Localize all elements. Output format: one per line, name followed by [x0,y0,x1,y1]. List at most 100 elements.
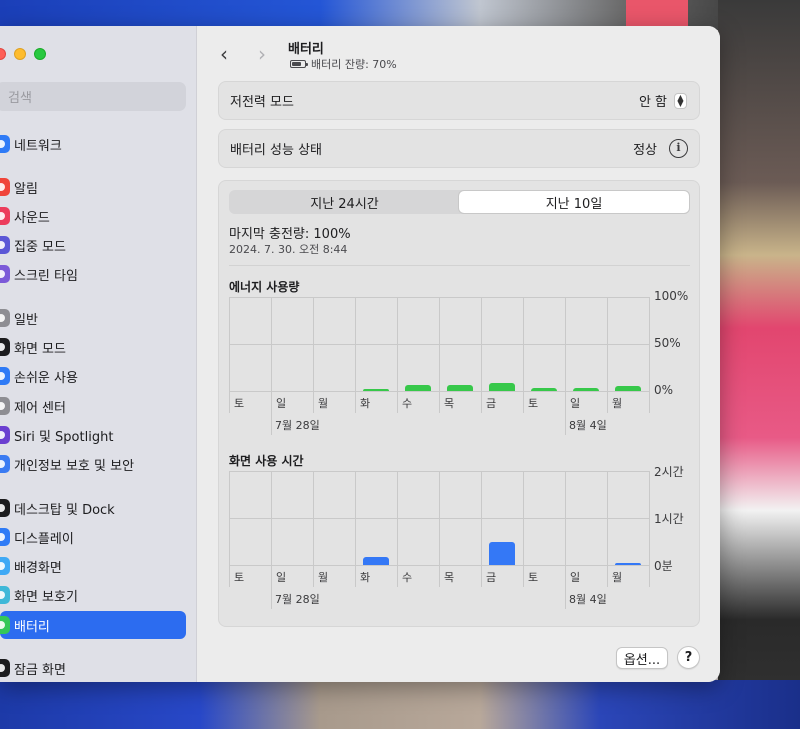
screensaver-icon-glyph [0,591,5,599]
info-icon[interactable]: i [669,139,688,158]
hand-icon [0,455,10,473]
screen-time-y-tick-label: 0분 [654,559,673,573]
sidebar-item-wallpaper[interactable]: 배경화면 [0,552,186,580]
energy-x-tick-label: 월 [612,397,623,410]
energy-bar[interactable] [531,388,557,391]
globe-icon [0,135,10,153]
energy-bar[interactable] [615,386,641,391]
energy-x-tick-label: 수 [402,397,413,410]
tab-last-10-days[interactable]: 지난 10일 [459,191,689,213]
sidebar-item-control-center[interactable]: 제어 센터 [0,392,186,420]
speaker-icon [0,207,10,225]
energy-date-label: 8월 4일 [569,419,607,432]
energy-bar[interactable] [363,389,389,391]
sidebar-item-battery[interactable]: 배터리 [0,611,186,639]
sidebar-item-moon[interactable]: 집중 모드 [0,231,186,259]
sidebar-item-lock[interactable]: 잠금 화면 [0,654,186,682]
energy-vertical-gridline [565,297,566,435]
globe-icon-glyph [0,140,5,148]
sidebar-item-siri[interactable]: Siri 및 Spotlight [0,421,186,449]
sidebar-item-label: 일반 [14,312,38,328]
sidebar-item-screensaver[interactable]: 화면 보호기 [0,581,186,609]
energy-x-tick-label: 일 [570,397,581,410]
sidebar: 검색 네트워크알림사운드집중 모드 스크린 타임일반화면 모드손쉬운 사용제어 센… [0,26,197,682]
search-input[interactable]: 검색 [0,82,186,111]
screen-time-x-tick-label: 토 [528,571,539,584]
energy-x-tick-label: 목 [444,397,455,410]
screen-time-y-tick-label: 2시간 [654,465,684,479]
help-button[interactable]: ? [677,646,700,669]
sidebar-item-label: 제어 센터 [14,400,66,416]
sidebar-item-hand[interactable]: 개인정보 보호 및 보안 [0,450,186,478]
sidebar-item-label: 손쉬운 사용 [14,370,78,386]
page-title: 배터리 [288,42,324,57]
battery-level-text: 배터리 잔량: 70% [311,58,397,71]
appearance-icon [0,338,10,356]
screen-time-bar[interactable] [489,541,515,565]
zoom-window-button[interactable] [34,48,46,60]
sidebar-item-label: 사운드 [14,210,50,226]
period-segmented-control: 지난 24시간 지난 10일 [229,190,690,214]
options-button[interactable]: 옵션... [616,647,668,669]
tab-last-24-hours[interactable]: 지난 24시간 [230,191,459,213]
energy-x-tick-label: 토 [234,397,245,410]
energy-usage-title: 에너지 사용량 [229,280,300,294]
sidebar-item-globe[interactable]: 네트워크 [0,130,186,158]
energy-vertical-gridline [649,297,650,413]
close-window-button[interactable] [0,48,6,60]
control-center-icon-glyph [0,402,5,410]
screen-time-bar[interactable] [363,556,389,565]
dock-icon [0,499,10,517]
energy-x-tick-label: 금 [486,397,497,410]
forward-button[interactable]: › [258,42,266,66]
screen-time-x-tick-label: 화 [360,571,371,584]
back-button[interactable]: ‹ [220,42,228,66]
screen-time-vertical-gridline [649,471,650,587]
sidebar-item-label: 배경화면 [14,560,62,576]
energy-x-tick-label: 토 [528,397,539,410]
battery-status: 배터리 잔량: 70% [290,56,397,72]
moon-icon [0,236,10,254]
energy-y-tick-label: 50% [654,336,681,350]
low-power-mode-popup-icon[interactable]: ▲ ▼ [674,92,687,109]
wallpaper-icon-glyph [0,562,5,570]
wallpaper-icon [0,557,10,575]
sidebar-item-appearance[interactable]: 화면 모드 [0,333,186,361]
sidebar-item-label: 디스플레이 [14,531,74,547]
bell-icon-glyph [0,183,5,191]
sidebar-item-sun[interactable]: 디스플레이 [0,523,186,551]
energy-x-tick-label: 일 [276,397,287,410]
energy-bar[interactable] [573,388,599,391]
sun-icon [0,528,10,546]
minimize-window-button[interactable] [14,48,26,60]
siri-icon [0,426,10,444]
usage-panel: 지난 24시간 지난 10일 마지막 충전량: 100% 2024. 7. 30… [218,180,700,627]
screen-time-title: 화면 사용 시간 [229,454,304,468]
sidebar-item-bell[interactable]: 알림 [0,173,186,201]
sidebar-item-hourglass[interactable]: 스크린 타임 [0,260,186,288]
accessibility-icon-glyph [0,372,5,380]
sidebar-item-gear[interactable]: 일반 [0,304,186,332]
dock-icon-glyph [0,504,5,512]
energy-bar[interactable] [405,385,431,391]
energy-bar[interactable] [447,385,473,391]
screen-time-x-tick-label: 수 [402,571,413,584]
hourglass-icon-glyph [0,270,5,278]
screen-time-chart: 2시간 1시간 0분 토 일 월 화 수 목 금 토 일 월 7월 28일 8월 4일 [229,465,700,611]
screen-time-bar[interactable] [615,563,641,565]
sidebar-item-dock[interactable]: 데스크탑 및 Dock [0,494,186,522]
low-power-mode-value[interactable]: 안 함 [639,91,667,110]
sidebar-item-label: 네트워크 [14,138,62,154]
lock-icon-glyph [0,664,5,672]
sidebar-item-speaker[interactable]: 사운드 [0,202,186,230]
sidebar-item-label: 개인정보 보호 및 보안 [14,458,135,474]
sidebar-item-label: 화면 모드 [14,341,66,357]
settings-window: 검색 네트워크알림사운드집중 모드 스크린 타임일반화면 모드손쉬운 사용제어 센… [0,26,720,682]
screen-time-x-tick-label: 월 [612,571,623,584]
energy-usage-chart: 100% 50% 0% 토 일 월 화 수 목 금 토 일 월 7월 28일 8월 4일 [229,289,700,437]
screensaver-icon [0,586,10,604]
energy-bar[interactable] [489,382,515,391]
background-bottom [0,680,800,729]
battery-health-row: 배터리 성능 상태 정상 i [218,129,700,168]
sidebar-item-accessibility[interactable]: 손쉬운 사용 [0,362,186,390]
